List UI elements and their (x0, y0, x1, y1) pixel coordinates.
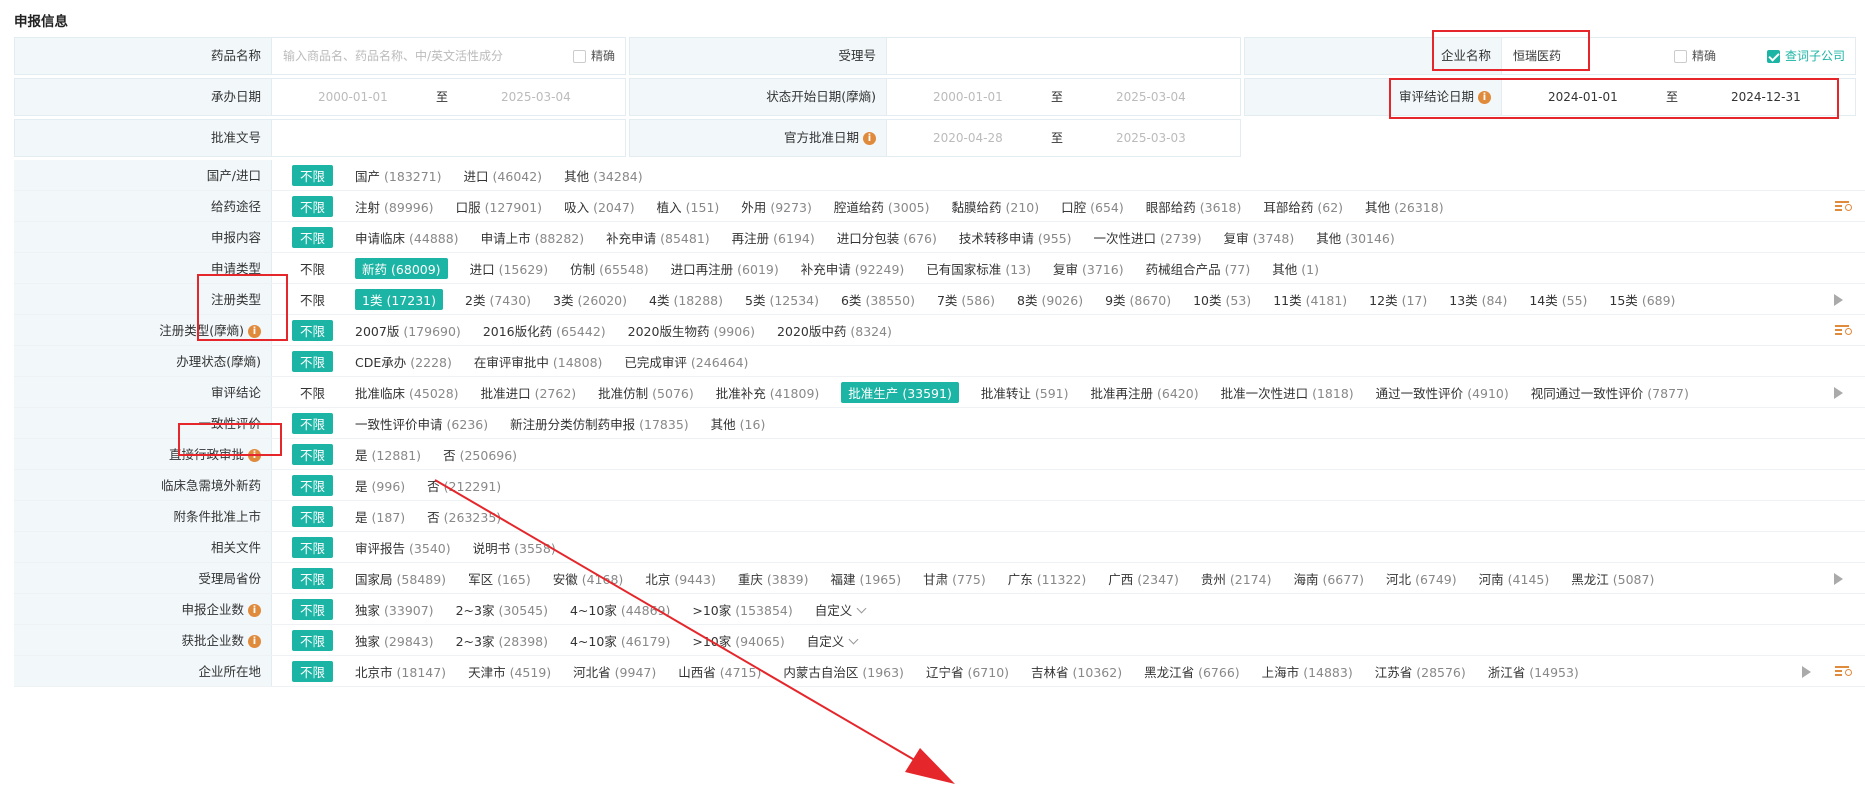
arrow-shaft (434, 479, 919, 763)
annotation-arrow (434, 479, 955, 784)
arrow-head (905, 748, 955, 784)
